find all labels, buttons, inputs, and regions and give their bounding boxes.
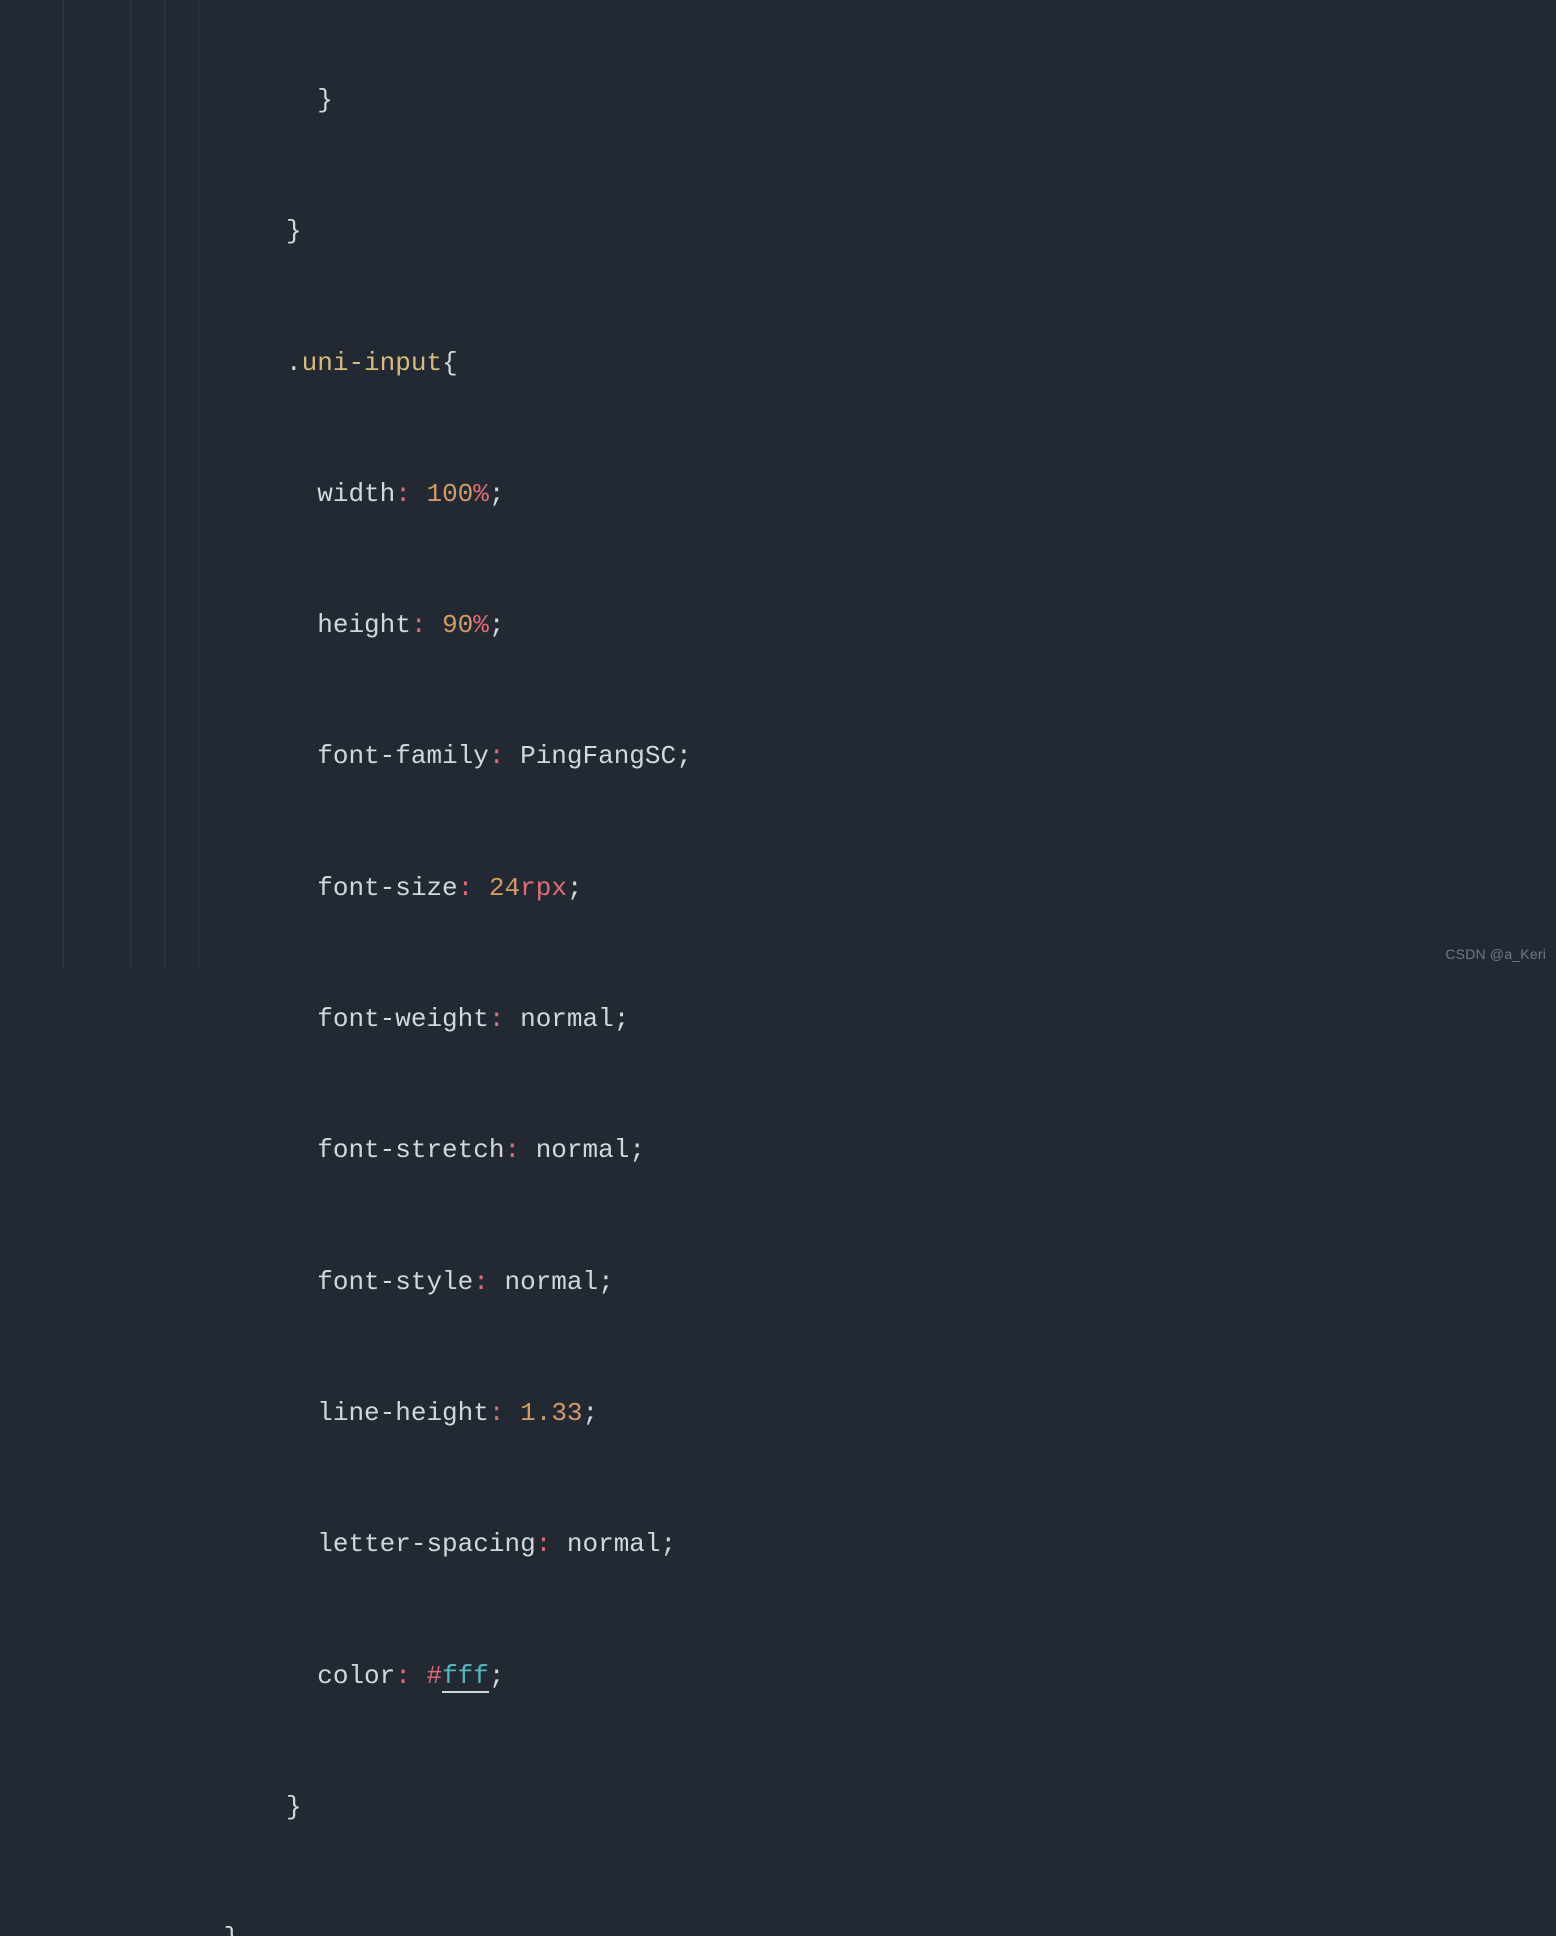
code-line[interactable]: } (0, 80, 1556, 121)
code-line[interactable]: height: 90%; (0, 605, 1556, 646)
code-line[interactable]: font-style: normal; (0, 1262, 1556, 1303)
color-swatch: fff (442, 1661, 489, 1693)
code-content[interactable]: } } .uni-input{ width: 100%; height: 90%… (0, 0, 1556, 1936)
code-editor[interactable]: } } .uni-input{ width: 100%; height: 90%… (0, 0, 1556, 968)
code-line[interactable]: width: 100%; (0, 474, 1556, 515)
code-line[interactable]: font-stretch: normal; (0, 1130, 1556, 1171)
line-number-gutter (0, 0, 64, 968)
code-line[interactable]: color: #fff; (0, 1656, 1556, 1697)
code-line[interactable]: font-size: 24rpx; (0, 868, 1556, 909)
code-line[interactable]: font-family: PingFangSC; (0, 736, 1556, 777)
code-line[interactable]: .uni-input{ (0, 343, 1556, 384)
code-line[interactable]: } (0, 211, 1556, 252)
css-class-selector: .uni-input (286, 348, 442, 378)
code-line[interactable]: line-height: 1.33; (0, 1393, 1556, 1434)
watermark-text: CSDN @a_Keri (1445, 946, 1546, 962)
code-line[interactable]: } (0, 1918, 1556, 1936)
code-line[interactable]: letter-spacing: normal; (0, 1524, 1556, 1565)
code-line[interactable]: } (0, 1787, 1556, 1828)
code-line[interactable]: font-weight: normal; (0, 999, 1556, 1040)
